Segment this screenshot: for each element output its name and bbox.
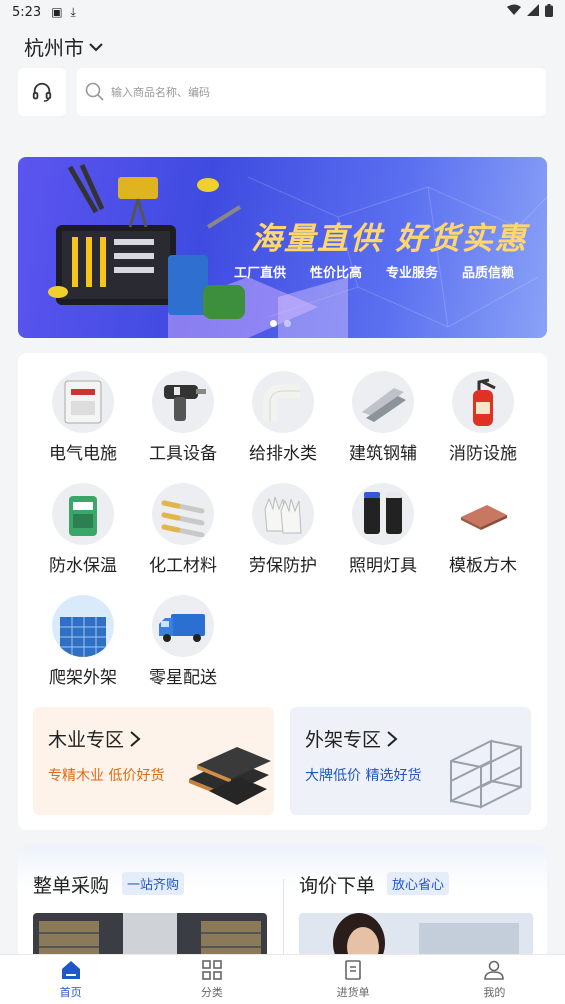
- inquiry-order-title[interactable]: 询价下单: [299, 871, 375, 898]
- tab-label: 分类: [200, 986, 223, 999]
- category-label: 零星配送: [149, 668, 217, 688]
- category-label: 爬架外架: [49, 668, 117, 688]
- category-fire[interactable]: 消防设施: [433, 371, 533, 464]
- zone-subtitle: 大牌低价 精选好货: [305, 768, 422, 784]
- promo-banner[interactable]: 海量直供 好货实惠 工厂直供 性价比高 专业服务 品质信赖: [18, 157, 547, 338]
- search-input[interactable]: [111, 85, 491, 99]
- tab-label: 我的: [483, 986, 506, 999]
- category-scaffold[interactable]: 爬架外架: [33, 595, 133, 688]
- inquiry-order-tag: 放心省心: [387, 872, 450, 895]
- scaffold-frame-illustration: [450, 739, 522, 809]
- category-delivery[interactable]: 零星配送: [133, 595, 233, 688]
- plywood-icon: [452, 483, 514, 545]
- category-formwork[interactable]: 模板方木: [433, 483, 533, 576]
- banner-feature: 专业服务: [386, 266, 439, 281]
- category-lighting[interactable]: 照明灯具: [333, 483, 433, 576]
- category-tools[interactable]: 工具设备: [133, 371, 233, 464]
- electrical-box-icon: [52, 371, 114, 433]
- home-icon: [61, 961, 80, 979]
- banner-pagination: [270, 320, 291, 327]
- category-label: 劳保防护: [249, 556, 317, 576]
- tool-kit-illustration: [48, 163, 245, 319]
- wifi-icon: [507, 4, 521, 20]
- delivery-truck-icon: [152, 595, 214, 657]
- zone-title: 木业专区: [48, 725, 142, 752]
- gloves-icon: [252, 483, 314, 545]
- bulk-purchase-title[interactable]: 整单采购: [33, 871, 109, 898]
- status-bar: 5:23 ▣ ⤓: [0, 0, 565, 24]
- customer-service-button[interactable]: [18, 68, 66, 116]
- chevron-right-icon: [387, 730, 398, 747]
- category-waterproof[interactable]: 防水保温: [33, 483, 133, 576]
- chevron-right-icon: [130, 730, 141, 747]
- tab-home[interactable]: 首页: [0, 955, 141, 1004]
- category-label: 给排水类: [249, 444, 317, 464]
- category-electrical[interactable]: 电气电施: [33, 371, 133, 464]
- status-time: 5:23: [12, 4, 42, 20]
- city-selector[interactable]: 杭州市: [24, 32, 104, 61]
- procurement-divider: [283, 879, 284, 959]
- steel-angle-icon: [352, 371, 414, 433]
- category-label: 照明灯具: [349, 556, 417, 576]
- download-icon: ⤓: [70, 4, 76, 19]
- drill-icon: [152, 371, 214, 433]
- zone-title-text: 木业专区: [48, 729, 125, 751]
- battery-icon: [545, 3, 553, 21]
- category-steel[interactable]: 建筑钢辅: [333, 371, 433, 464]
- category-safety[interactable]: 劳保防护: [233, 483, 333, 576]
- tab-profile[interactable]: 我的: [424, 955, 565, 1004]
- tab-label: 进货单: [336, 986, 370, 999]
- zone-title: 外架专区: [305, 725, 399, 752]
- zone-scaffold[interactable]: 外架专区 大牌低价 精选好货: [290, 707, 531, 815]
- category-label: 电气电施: [49, 444, 117, 464]
- category-card: 电气电施 工具设备 给排水类 建筑钢辅 消防设施 防水保温 化工材料 劳保防护 …: [18, 353, 547, 830]
- banner-dot-active[interactable]: [270, 320, 277, 327]
- tab-category[interactable]: 分类: [141, 955, 282, 1004]
- banner-headline: 海量直供 好货实惠: [251, 221, 528, 257]
- category-label: 防水保温: [49, 556, 117, 576]
- lamp-icon: [352, 483, 414, 545]
- category-label: 模板方木: [449, 556, 517, 576]
- chevron-down-icon: [89, 42, 103, 51]
- tab-label: 首页: [59, 986, 82, 999]
- pipe-elbow-icon: [252, 371, 314, 433]
- plywood-stack-illustration: [189, 747, 271, 805]
- procurement-card: 整单采购 一站齐购 询价下单 放心省心: [18, 845, 547, 965]
- banner-dot[interactable]: [284, 320, 291, 327]
- fire-extinguisher-icon: [452, 371, 514, 433]
- category-label: 消防设施: [449, 444, 517, 464]
- city-name: 杭州市: [24, 36, 84, 60]
- search-icon: [85, 82, 104, 101]
- category-plumbing[interactable]: 给排水类: [233, 371, 333, 464]
- tab-cart[interactable]: 进货单: [283, 955, 424, 1004]
- notification-a-icon: ▣: [51, 5, 63, 19]
- zone-wood[interactable]: 木业专区 专精木业 低价好货: [33, 707, 274, 815]
- signal-icon: [527, 4, 539, 20]
- grid-icon: [202, 960, 222, 980]
- category-label: 建筑钢辅: [349, 444, 417, 464]
- waterproof-bucket-icon: [52, 483, 114, 545]
- category-chemical[interactable]: 化工材料: [133, 483, 233, 576]
- order-list-icon: [345, 960, 361, 980]
- banner-feature: 工厂直供: [234, 266, 287, 281]
- anchor-bolt-icon: [152, 483, 214, 545]
- bulk-purchase-tag: 一站齐购: [122, 872, 185, 895]
- category-label: 化工材料: [149, 556, 217, 576]
- zone-subtitle: 专精木业 低价好货: [48, 768, 165, 784]
- user-icon: [484, 960, 505, 980]
- banner-feature: 品质信赖: [462, 266, 515, 281]
- banner-features: 工厂直供 性价比高 专业服务 品质信赖: [234, 262, 514, 281]
- headset-icon: [32, 82, 52, 102]
- scaffold-icon: [52, 595, 114, 657]
- search-box[interactable]: [77, 68, 546, 116]
- banner-feature: 性价比高: [310, 266, 363, 281]
- bottom-tab-bar: 首页 分类 进货单 我的: [0, 954, 565, 1004]
- category-label: 工具设备: [149, 444, 217, 464]
- zone-title-text: 外架专区: [305, 729, 382, 751]
